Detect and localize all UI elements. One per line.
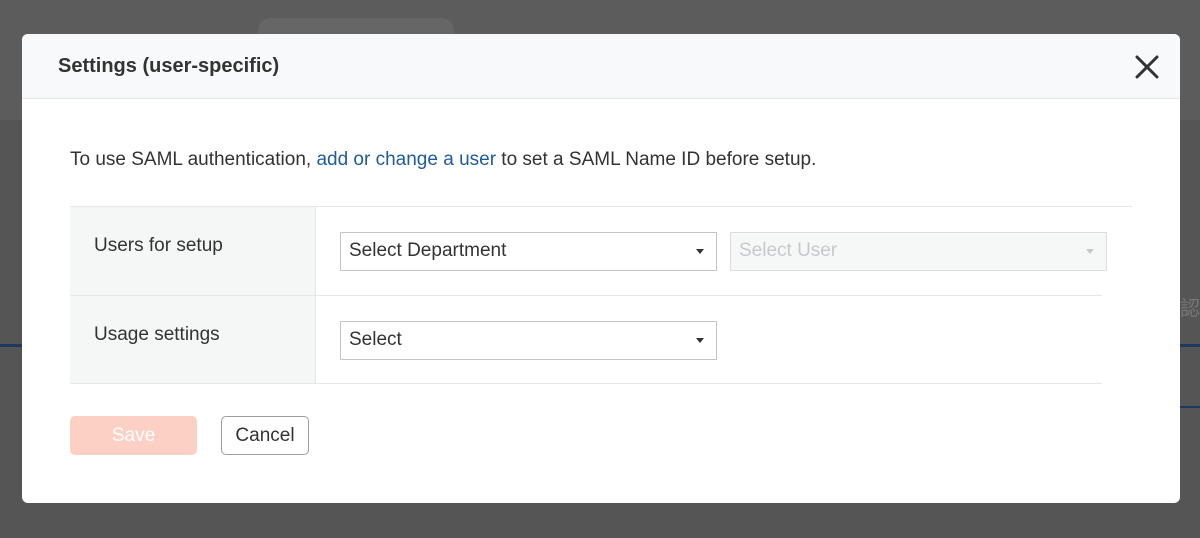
users-for-setup-label: Users for setup: [70, 207, 316, 295]
usage-select-value: Select: [349, 329, 402, 350]
dialog-header: Settings (user-specific): [22, 34, 1180, 99]
save-button[interactable]: Save: [70, 416, 197, 455]
user-select: Select User: [730, 232, 1107, 271]
settings-dialog: Settings (user-specific) To use SAML aut…: [22, 34, 1180, 503]
intro-prefix: To use SAML authentication,: [70, 149, 317, 170]
users-for-setup-controls: Select Department Select User: [316, 207, 1132, 295]
usage-settings-label: Usage settings: [70, 296, 316, 383]
chevron-down-icon: [1086, 249, 1094, 254]
usage-settings-controls: Select: [316, 296, 1102, 383]
add-or-change-user-link[interactable]: add or change a user: [316, 149, 496, 170]
background-glyph: 認: [1180, 296, 1200, 320]
department-select[interactable]: Select Department: [340, 232, 717, 271]
usage-select[interactable]: Select: [340, 321, 717, 360]
department-select-value: Select Department: [349, 240, 507, 261]
form-row-users: Users for setup Select Department Select…: [70, 206, 1132, 295]
chevron-down-icon: [696, 338, 704, 343]
dialog-title: Settings (user-specific): [58, 55, 280, 77]
close-icon[interactable]: [1132, 52, 1162, 82]
intro-text: To use SAML authentication, add or chang…: [70, 149, 816, 171]
user-select-value: Select User: [739, 240, 838, 261]
chevron-down-icon: [696, 249, 704, 254]
intro-suffix: to set a SAML Name ID before setup.: [496, 149, 817, 170]
form-row-usage: Usage settings Select: [70, 295, 1102, 384]
settings-form: Users for setup Select Department Select…: [70, 206, 1132, 384]
cancel-button[interactable]: Cancel: [221, 416, 309, 455]
background-divider-right: [1180, 406, 1200, 408]
dialog-buttons: Save Cancel: [70, 416, 309, 455]
